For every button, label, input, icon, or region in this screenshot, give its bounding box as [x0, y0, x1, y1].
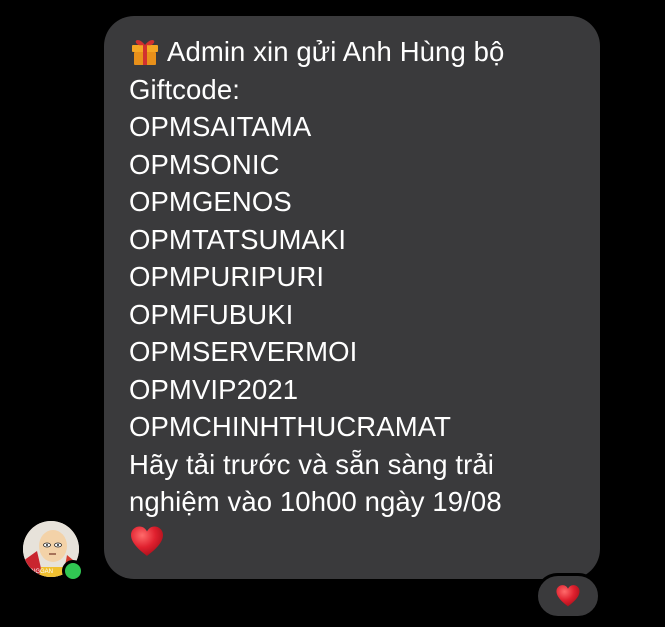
- message-line-2: Giftcode:: [129, 73, 240, 105]
- giftcode-3: OPMGENOS: [129, 186, 292, 217]
- giftcode-5: OPMPURIPURI: [129, 261, 325, 292]
- giftcode-6: OPMFUBUKI: [129, 298, 294, 330]
- giftcode-1: OPMSAITAMA: [129, 111, 312, 142]
- giftcode-2: OPMSONIC: [129, 148, 280, 180]
- giftcode-4: OPMTATSUMAKI: [129, 223, 347, 255]
- reaction-badge[interactable]: [535, 573, 601, 619]
- red-heart-icon: [131, 526, 163, 556]
- gift-icon: [132, 39, 158, 65]
- message-text: Admin xin gửi Anh Hùng bộ: [167, 36, 505, 67]
- red-heart-icon: [556, 585, 580, 607]
- giftcode-9: OPMCHINHTHUCRAMAT: [129, 411, 452, 442]
- online-status-dot: [62, 560, 84, 582]
- avatar-badge-text: VNGGAN: [27, 569, 53, 575]
- message-line-12: Hãy tải trước và sẵn sàng trải: [129, 448, 494, 480]
- giftcode-7: OPMSERVERMOI: [129, 336, 358, 367]
- message-line-13: nghiệm vào 10h00 ngày 19/08: [129, 486, 502, 517]
- chat-screen: Admin xin gửi Anh Hùng bộ Giftcode: OPMS…: [0, 0, 665, 627]
- message-bubble[interactable]: Admin xin gửi Anh Hùng bộ Giftcode: OPMS…: [104, 16, 600, 579]
- giftcode-8: OPMVIP2021: [129, 373, 299, 405]
- message-line-1: Admin xin gửi Anh Hùng bộ: [129, 33, 580, 71]
